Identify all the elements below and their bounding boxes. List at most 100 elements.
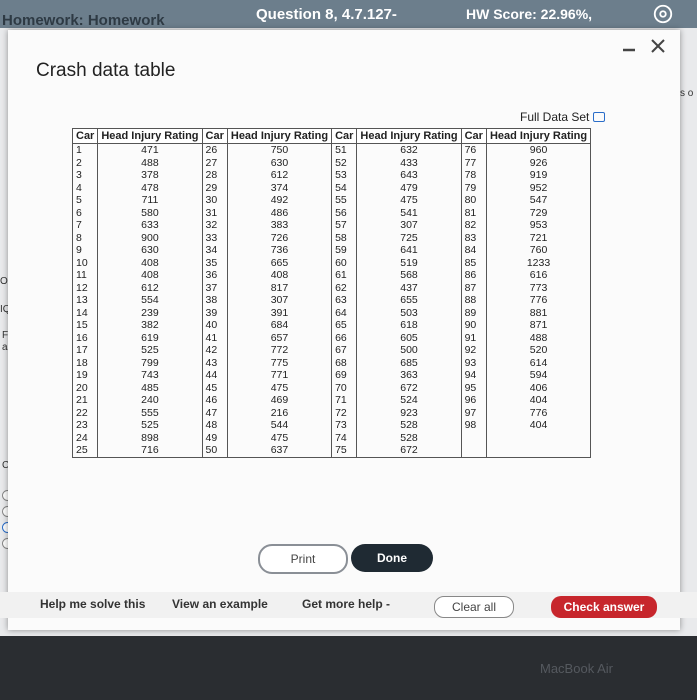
rating-cell: 772 [226,344,333,357]
rating-cell: 240 [97,394,203,407]
car-cell: 14 [71,306,99,319]
car-cell: 77 [460,156,487,169]
table-row: 24 898 49 475 74 528 [71,431,592,444]
rating-cell: 672 [356,381,462,394]
car-cell: 8 [71,231,99,244]
car-cell: 70 [331,381,358,394]
rating-cell: 721 [485,231,592,244]
car-cell: 65 [331,319,358,332]
car-cell: 56 [331,206,358,219]
homework-title[interactable]: Homework: Homework [2,12,165,29]
crash-data-dialog: Crash data table Full Data Set Car Head … [8,30,680,630]
rating-cell: 528 [356,431,462,444]
rating-cell: 239 [97,306,203,319]
rating-cell: 475 [226,431,333,444]
table-row: 25 716 50 637 75 672 [71,444,592,458]
rating-cell: 919 [485,169,592,182]
rating-cell: 408 [226,269,333,282]
car-cell: 58 [331,231,358,244]
column-header: Car [460,128,487,144]
car-cell: 61 [331,269,358,282]
rating-cell: 469 [226,394,333,407]
minimize-icon[interactable] [620,40,638,58]
top-bar: Homework: Homework Question 8, 4.7.127- … [0,0,697,29]
car-cell: 41 [201,331,228,344]
rating-cell: 632 [356,143,462,157]
help-me-solve-link[interactable]: Help me solve this [40,597,145,611]
rating-cell: 775 [226,356,333,369]
column-header: Head Injury Rating [97,128,203,144]
check-answer-button[interactable]: Check answer [551,596,657,618]
full-data-set-link[interactable]: Full Data Set [520,110,606,124]
get-more-help-link[interactable]: Get more help - [302,597,390,611]
rating-cell: 672 [356,444,462,458]
car-cell: 98 [460,419,487,432]
car-cell: 47 [201,406,228,419]
rating-cell: 776 [485,294,592,307]
rating-cell: 547 [485,194,592,207]
rating-cell: 685 [356,356,462,369]
car-cell: 82 [460,219,487,232]
close-icon[interactable] [648,36,668,56]
rating-cell: 478 [97,181,203,194]
table-row: 8 900 33 726 58 725 83 721 [71,231,592,244]
rating-cell: 926 [485,156,592,169]
car-cell: 54 [331,181,358,194]
car-cell: 36 [201,269,228,282]
car-cell: 95 [460,381,487,394]
rating-cell: 923 [356,406,462,419]
rating-cell: 605 [356,331,462,344]
rating-cell: 555 [97,406,203,419]
car-cell: 85 [460,256,487,269]
car-cell: 89 [460,306,487,319]
table-row: 17 525 42 772 67 500 92 520 [71,344,592,357]
car-cell: 32 [201,219,228,232]
rating-cell: 594 [485,369,592,382]
car-cell: 35 [201,256,228,269]
car-cell: 71 [331,394,358,407]
car-cell: 45 [201,381,228,394]
done-button[interactable]: Done [351,544,433,572]
rating-cell: 503 [356,306,462,319]
table-row: 16 619 41 657 66 605 91 488 [71,331,592,344]
car-cell: 9 [71,244,99,257]
print-button[interactable]: Print [258,544,348,574]
rating-cell: 382 [97,319,203,332]
car-cell: 88 [460,294,487,307]
car-cell: 48 [201,419,228,432]
dialog-title: Crash data table [36,60,176,81]
rating-cell: 871 [485,319,592,332]
table-row: 22 555 47 216 72 923 97 776 [71,406,592,419]
rating-cell: 363 [356,369,462,382]
table-header-row: Car Head Injury Rating Car Head Injury R… [71,128,592,144]
table-row: 1 471 26 750 51 632 76 960 [71,143,592,157]
column-header: Car [331,128,358,144]
car-cell: 69 [331,369,358,382]
view-example-link[interactable]: View an example [172,597,268,611]
rating-cell [485,431,592,444]
car-cell: 24 [71,431,99,444]
column-header: Car [71,128,99,144]
rating-cell: 307 [356,219,462,232]
rating-cell: 500 [356,344,462,357]
table-row: 11 408 36 408 61 568 86 616 [71,269,592,282]
car-cell: 31 [201,206,228,219]
rating-cell: 725 [356,231,462,244]
car-cell: 76 [460,143,487,157]
rating-cell: 528 [356,419,462,432]
rating-cell: 525 [97,419,203,432]
gear-icon[interactable] [652,3,674,25]
clear-all-button[interactable]: Clear all [434,596,514,618]
rating-cell: 773 [485,281,592,294]
car-cell: 37 [201,281,228,294]
car-cell: 27 [201,156,228,169]
rating-cell: 408 [97,256,203,269]
car-cell: 12 [71,281,99,294]
car-cell: 97 [460,406,487,419]
car-cell: 5 [71,194,99,207]
car-cell: 25 [71,444,99,458]
car-cell: 15 [71,319,99,332]
rating-cell: 391 [226,306,333,319]
copy-icon[interactable] [593,112,606,122]
car-cell: 42 [201,344,228,357]
